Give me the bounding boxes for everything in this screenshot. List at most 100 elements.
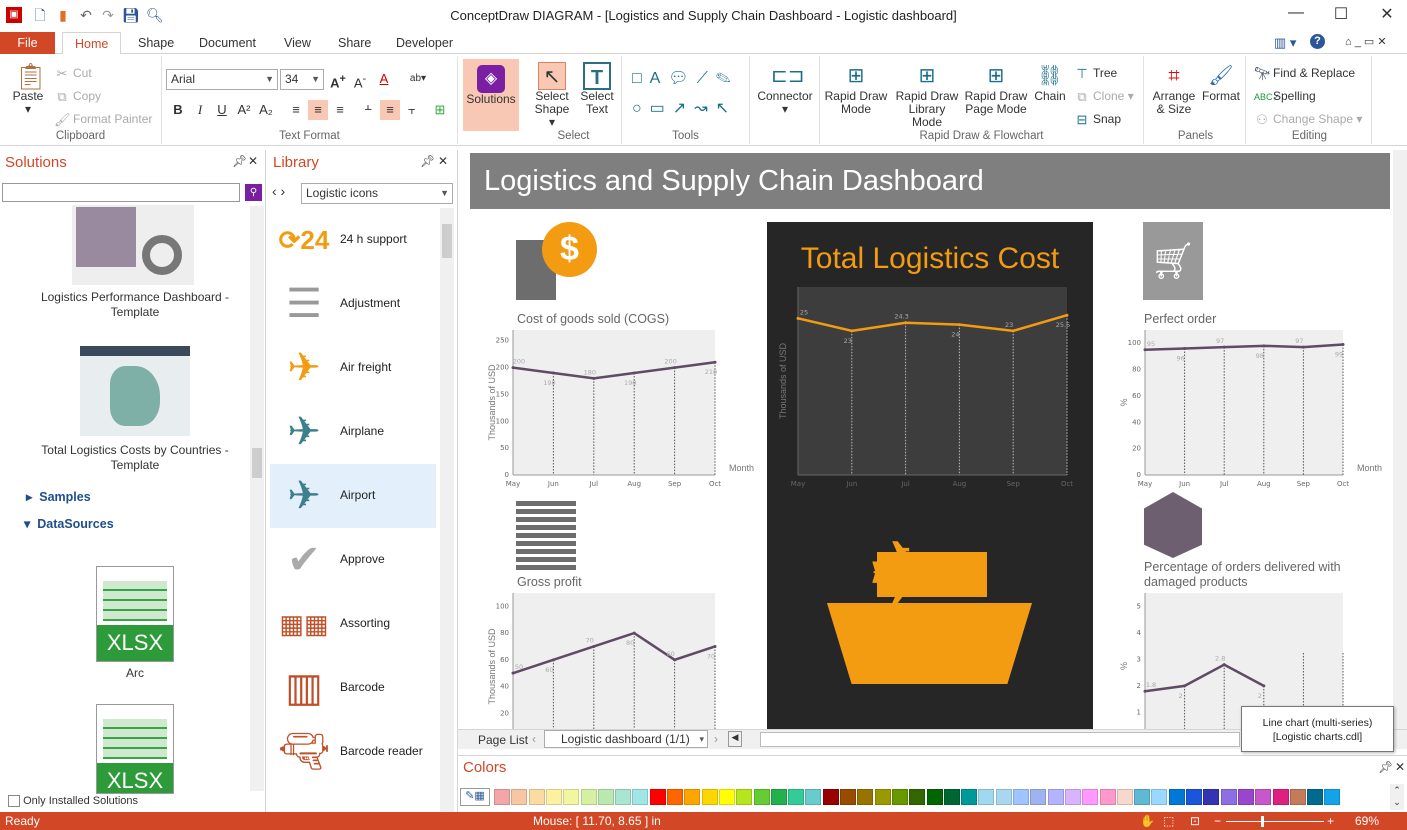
underline-button[interactable]: U: [212, 100, 232, 120]
section-datasources[interactable]: ▾ DataSources: [24, 516, 114, 531]
library-item[interactable]: ✈ Air freight: [270, 336, 436, 400]
solutions-button[interactable]: ◈ Solutions: [463, 59, 519, 131]
color-swatch[interactable]: [649, 789, 666, 805]
color-swatch[interactable]: [1099, 789, 1116, 805]
color-swatch[interactable]: [788, 789, 805, 805]
page-list-button[interactable]: Page List: [478, 733, 528, 747]
color-swatch[interactable]: [822, 789, 839, 805]
color-swatch[interactable]: [1289, 789, 1306, 805]
solutions-search-input[interactable]: [2, 183, 240, 202]
pin-icon[interactable]: 📌︎: [232, 154, 247, 168]
color-swatch[interactable]: [1064, 789, 1081, 805]
tab-developer[interactable]: Developer: [384, 32, 465, 54]
color-swatch[interactable]: [545, 789, 562, 805]
color-swatch[interactable]: [891, 789, 908, 805]
bold-button[interactable]: B: [168, 100, 188, 120]
tab-file[interactable]: File: [0, 32, 55, 54]
color-swatch[interactable]: [563, 789, 580, 805]
superscript-button[interactable]: A²: [234, 100, 254, 120]
color-swatch[interactable]: [1134, 789, 1151, 805]
align-left-button[interactable]: ≡: [286, 100, 306, 120]
select-shape-button[interactable]: ↖ Select Shape ▾: [532, 62, 572, 129]
spelling-button[interactable]: ABC✓Spelling: [1254, 89, 1316, 105]
grow-font-button[interactable]: A+: [328, 69, 348, 90]
format-painter-button[interactable]: 🖌︎ Format Painter: [54, 112, 152, 128]
section-samples[interactable]: ▸ Samples: [26, 489, 91, 504]
chain-button[interactable]: ⛓︎ Chain: [1030, 62, 1070, 103]
drawing-tools-row1[interactable]: □A💬︎⟋✎: [632, 68, 738, 88]
solutions-scrollbar[interactable]: [250, 206, 264, 791]
rapid-draw-library-mode-button[interactable]: ⊞ Rapid Draw Library Mode: [892, 62, 962, 129]
color-swatch[interactable]: [961, 789, 978, 805]
fit-page-icon[interactable]: ⊡: [1190, 812, 1200, 830]
color-swatch[interactable]: [667, 789, 683, 805]
library-item[interactable]: ✈ Airport: [270, 464, 436, 528]
color-swatch[interactable]: [770, 789, 787, 805]
tree-button[interactable]: ⊤ Tree: [1074, 66, 1117, 82]
pin-icon[interactable]: 📌︎: [1378, 760, 1393, 774]
subscript-button[interactable]: A₂: [256, 100, 276, 120]
color-swatch[interactable]: [494, 789, 510, 805]
color-swatch[interactable]: [995, 789, 1012, 805]
font-select[interactable]: Arial ▼: [166, 69, 278, 90]
pin-icon[interactable]: 📌︎: [420, 154, 435, 168]
color-swatch[interactable]: [701, 789, 718, 805]
template-thumbnail[interactable]: [72, 205, 194, 285]
color-swatch[interactable]: [1116, 789, 1133, 805]
font-color-button[interactable]: A: [374, 69, 394, 89]
xlsx-file-icon[interactable]: XLSX: [96, 704, 174, 794]
canvas-vertical-scrollbar[interactable]: [1393, 150, 1407, 729]
color-swatch[interactable]: [718, 789, 735, 805]
library-scrollbar[interactable]: [440, 208, 454, 812]
connector-button[interactable]: ⊏⊐ Connector ▾: [754, 62, 816, 116]
text-background-button[interactable]: ab▾: [408, 69, 428, 89]
zoom-in-button[interactable]: +: [1327, 812, 1334, 830]
color-swatch[interactable]: [1203, 789, 1220, 805]
library-nav-arrows[interactable]: ‹ ›: [272, 183, 285, 199]
color-swatch[interactable]: [874, 789, 891, 805]
align-bottom-button[interactable]: ⫟: [402, 100, 422, 120]
shrink-font-button[interactable]: A-: [350, 69, 370, 90]
maximize-button[interactable]: ☐: [1326, 4, 1356, 26]
minimize-button[interactable]: —: [1281, 4, 1311, 26]
library-item[interactable]: ✔ Approve: [270, 528, 436, 592]
color-swatch[interactable]: [1307, 789, 1324, 805]
align-center-button[interactable]: ≡: [308, 100, 328, 120]
color-swatch[interactable]: [632, 789, 649, 805]
align-right-button[interactable]: ≡: [330, 100, 350, 120]
tab-shape[interactable]: Shape: [126, 32, 186, 54]
find-replace-button[interactable]: 🔭︎ Find & Replace: [1254, 66, 1355, 82]
color-picker-icon[interactable]: ✎▦: [460, 788, 490, 806]
template-thumbnail[interactable]: [80, 346, 190, 436]
colors-scrollbar[interactable]: ⌃ ⌄: [1390, 784, 1404, 810]
library-item[interactable]: ✈ Airplane: [270, 400, 436, 464]
change-shape-button[interactable]: ⚇ Change Shape ▾: [1254, 112, 1362, 128]
only-installed-checkbox[interactable]: Only Installed Solutions: [8, 795, 138, 808]
rapid-draw-page-mode-button[interactable]: ⊞ Rapid Draw Page Mode: [964, 62, 1028, 116]
zoom-slider[interactable]: [1226, 816, 1324, 827]
ribbon-collapse-icon[interactable]: ⌂ _ ▭ ✕: [1345, 35, 1387, 48]
color-swatch[interactable]: [1255, 789, 1272, 805]
page-select[interactable]: Logistic dashboard (1/1) ▾: [544, 730, 708, 748]
datasource-label[interactable]: Arc: [96, 666, 174, 680]
color-swatch[interactable]: [1272, 789, 1289, 805]
close-button[interactable]: ✕: [1372, 4, 1402, 26]
color-swatch[interactable]: [528, 789, 545, 805]
color-swatch[interactable]: [615, 789, 632, 805]
font-size-select[interactable]: 34 ▼: [280, 69, 324, 90]
tab-document[interactable]: Document: [187, 32, 268, 54]
color-swatch[interactable]: [1237, 789, 1254, 805]
color-swatch[interactable]: [1030, 789, 1047, 805]
color-swatch[interactable]: [857, 789, 874, 805]
color-swatch[interactable]: [736, 789, 753, 805]
tab-view[interactable]: View: [272, 32, 323, 54]
color-swatch[interactable]: [805, 789, 822, 805]
tab-home[interactable]: Home: [62, 32, 122, 55]
next-page-icon[interactable]: ›: [714, 732, 718, 746]
library-item[interactable]: ☰ Adjustment: [270, 272, 436, 336]
xlsx-file-icon[interactable]: XLSX: [96, 566, 174, 662]
prev-page-icon[interactable]: ‹: [532, 732, 536, 746]
search-icon[interactable]: ⚲: [245, 184, 262, 201]
color-swatch[interactable]: [1151, 789, 1168, 805]
color-swatch[interactable]: [1220, 789, 1237, 805]
